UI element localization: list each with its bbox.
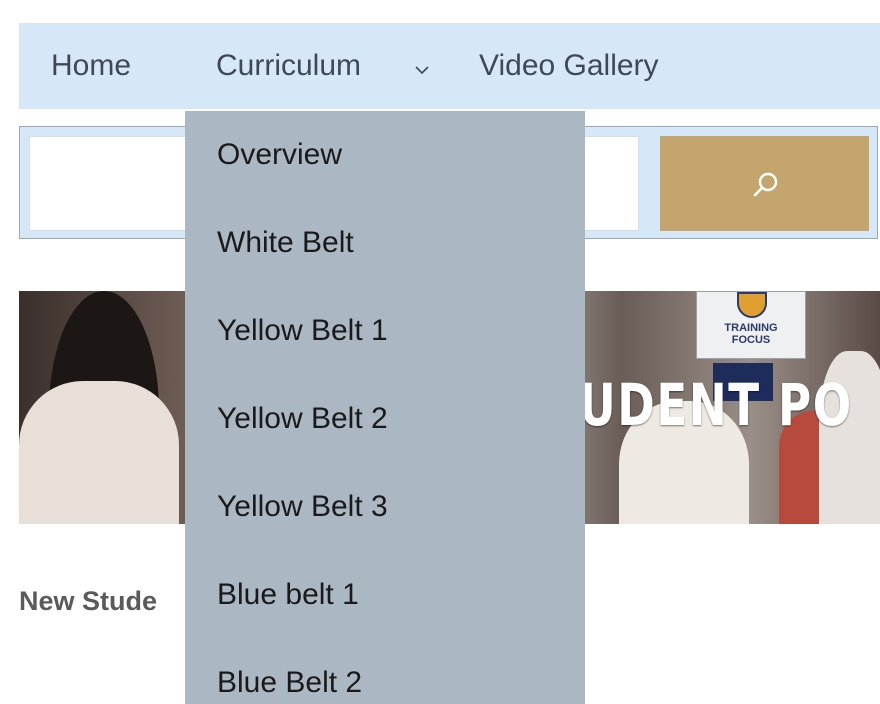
dropdown-item-yellow-belt-1[interactable]: Yellow Belt 1 xyxy=(217,287,388,375)
search-button[interactable] xyxy=(660,136,869,231)
page: Home Curriculum Video Gallery TRAINING F… xyxy=(0,0,880,704)
search-icon xyxy=(753,172,778,197)
dropdown-item-blue-belt-2[interactable]: Blue Belt 2 xyxy=(217,639,362,704)
nav-item-home[interactable]: Home xyxy=(51,23,131,109)
dropdown-item-yellow-belt-3[interactable]: Yellow Belt 3 xyxy=(217,463,388,551)
hero-figure xyxy=(19,381,179,524)
dropdown-item-white-belt[interactable]: White Belt xyxy=(217,199,354,287)
nav-item-video-gallery[interactable]: Video Gallery xyxy=(479,23,659,109)
sign-text: FOCUS xyxy=(731,334,771,346)
section-heading: New Stude xyxy=(19,586,158,616)
dropdown-item-overview[interactable]: Overview xyxy=(217,111,342,199)
dropdown-item-blue-belt-1[interactable]: Blue belt 1 xyxy=(217,551,359,639)
training-focus-sign: TRAINING FOCUS xyxy=(696,291,806,359)
hero-banner-text: UDENT PO xyxy=(579,371,853,439)
main-navigation: Home Curriculum Video Gallery xyxy=(19,23,880,109)
sign-text: TRAINING xyxy=(724,322,778,334)
chevron-down-icon[interactable] xyxy=(413,23,431,109)
logo-icon xyxy=(737,292,767,318)
dropdown-item-yellow-belt-2[interactable]: Yellow Belt 2 xyxy=(217,375,388,463)
nav-item-curriculum[interactable]: Curriculum xyxy=(216,23,361,109)
curriculum-dropdown-menu: Overview White Belt Yellow Belt 1 Yellow… xyxy=(185,111,585,704)
